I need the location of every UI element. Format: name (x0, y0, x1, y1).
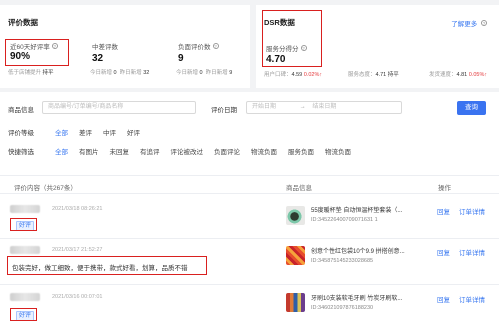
level-tab-negative[interactable]: 差评 (79, 127, 92, 137)
divider (0, 238, 499, 239)
product-name[interactable]: 创意个性红包袋10个9.9 拼搭创意... (311, 246, 411, 255)
col-header-content: 评价内容（共267条） (14, 185, 77, 192)
divider (0, 284, 499, 285)
quick-tab-followup[interactable]: 有追评 (140, 146, 160, 156)
highlight-box (10, 218, 37, 231)
product-name[interactable]: 牙刷10支装软毛牙刷 竹炭牙刷软... (311, 293, 411, 302)
quick-tab-with-image[interactable]: 有图片 (79, 146, 99, 156)
blurred-username (10, 205, 40, 213)
quick-tab-negative[interactable]: 负面评论 (214, 146, 240, 156)
order-detail-link[interactable]: 订单详情 (459, 294, 485, 304)
order-detail-link[interactable]: 订单详情 (459, 247, 485, 257)
neutral-sub: 今日新增 0 昨日新增 32 (90, 70, 150, 76)
good-rate-sub: 低于店铺提升 持平 (8, 70, 54, 76)
review-stats-card: 评价数据 近60天好评率? 90% 低于店铺提升 持平 中差评数 32 今日新增… (0, 5, 250, 88)
dsr-sub-service: 服务态度：4.71 持平 (348, 72, 399, 78)
learn-more-link[interactable]: 了解更多 ? (451, 18, 487, 28)
product-thumbnail (286, 293, 305, 312)
start-date-placeholder[interactable]: 开始日期 (252, 104, 276, 110)
product-search-input[interactable]: 商品编号/订单编号/商品名称 (42, 101, 196, 114)
quick-tab-service-negative[interactable]: 服务负面 (288, 146, 314, 156)
level-filter-label: 评价等级 (8, 130, 34, 137)
product-filter-label: 商品信息 (8, 107, 34, 114)
dsr-card: DSR数据 了解更多 ? 服务分得分? 4.70 用户口碑：4.59 0.02%… (256, 5, 499, 88)
dsr-sub-reputation: 用户口碑：4.59 0.02%↑ (264, 72, 323, 78)
end-date-placeholder[interactable]: 结束日期 (312, 104, 336, 110)
product-id: ID:346021097876188230 (311, 305, 374, 311)
review-date: 2021/03/16 00:07:01 (52, 294, 103, 300)
level-tab-neutral[interactable]: 中评 (103, 127, 116, 137)
quick-tab-all[interactable]: 全部 (55, 146, 68, 156)
review-date: 2021/03/18 08:26:21 (52, 206, 103, 212)
help-icon: ? (481, 20, 487, 26)
blurred-username (10, 293, 40, 301)
quick-filter-tabs: 全部 有图片 未回复 有追评 评论被改过 负面评论 物流负面 服务负面 物流负面 (55, 146, 362, 156)
quick-tab-unreplied[interactable]: 未回复 (110, 146, 130, 156)
highlight-box (10, 308, 37, 321)
level-tab-all[interactable]: 全部 (55, 127, 68, 137)
reply-button[interactable]: 回复 (437, 206, 450, 216)
neutral-value: 32 (92, 53, 104, 64)
quick-filter-label: 快捷筛选 (8, 149, 34, 156)
product-name[interactable]: 55度暖杯垫 自动恒温杯垫套装（... (311, 205, 411, 214)
product-thumbnail (286, 206, 305, 225)
date-filter-label: 评价日期 (211, 107, 237, 114)
blurred-username (10, 246, 40, 254)
reply-button[interactable]: 回复 (437, 294, 450, 304)
neutral-label: 中差评数 (92, 44, 118, 51)
highlight-box (7, 256, 207, 275)
product-id: ID:345875145233028685 (311, 258, 374, 264)
highlight-box (5, 39, 69, 66)
product-thumbnail (286, 246, 305, 265)
reply-button[interactable]: 回复 (437, 247, 450, 257)
product-id: ID:345226400709071631 1 (311, 217, 378, 223)
quick-tab-logistics-negative-2[interactable]: 物流负面 (325, 146, 351, 156)
level-tab-positive[interactable]: 好评 (127, 127, 140, 137)
quick-tab-logistics-negative[interactable]: 物流负面 (251, 146, 277, 156)
level-tabs: 全部 差评 中评 好评 (55, 127, 151, 137)
negative-label: 负面评价数? (178, 43, 219, 51)
col-header-product: 商品信息 (286, 185, 312, 192)
negative-value: 9 (178, 53, 184, 64)
help-icon[interactable]: ? (212, 43, 219, 49)
negative-sub: 今日新增 0 昨日新增 9 (176, 70, 233, 76)
col-header-ops: 操作 (438, 185, 451, 192)
order-detail-link[interactable]: 订单详情 (459, 206, 485, 216)
dsr-sub-shipping: 发货速度：4.81 0.05%↑ (429, 72, 488, 78)
stats-title: 评价数据 (8, 18, 38, 27)
review-list-card: 商品信息 商品编号/订单编号/商品名称 评价日期 开始日期 → 结束日期 查询 … (0, 92, 499, 329)
review-date: 2021/03/17 21:52:27 (52, 247, 103, 253)
search-button[interactable]: 查询 (457, 101, 486, 115)
divider (0, 175, 499, 176)
divider (0, 193, 499, 194)
date-separator: → (299, 104, 306, 110)
quick-tab-edited[interactable]: 评论被改过 (171, 146, 204, 156)
highlight-box (262, 10, 322, 67)
date-range-input[interactable]: 开始日期 → 结束日期 (246, 101, 402, 114)
